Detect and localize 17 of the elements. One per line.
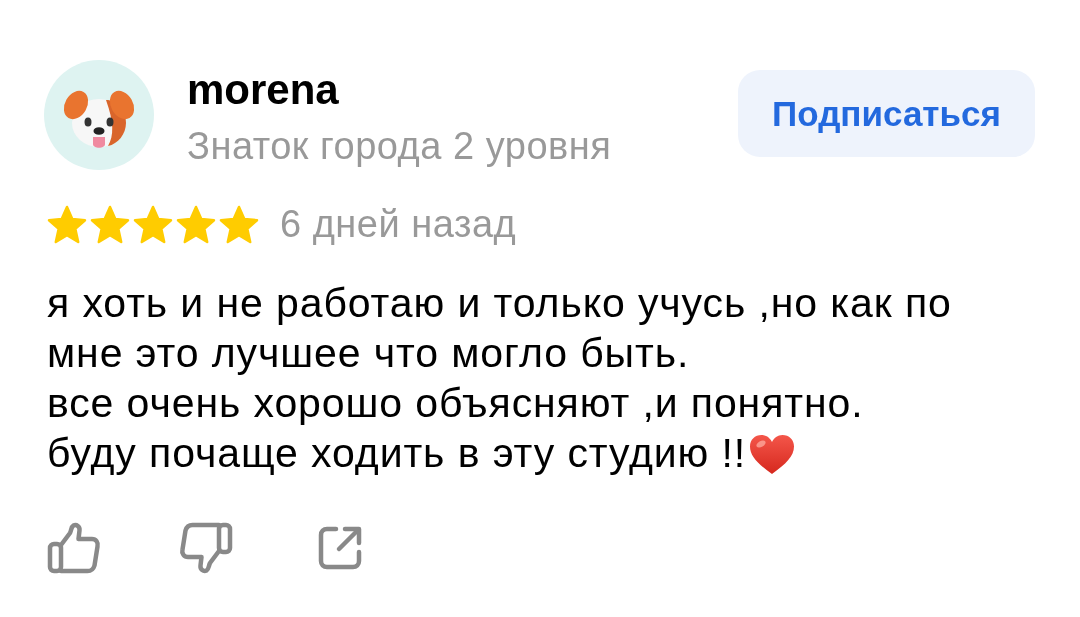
share-icon[interactable]: [317, 525, 363, 571]
author-status-text: Знаток города 2 уровня: [187, 124, 612, 168]
star-icon: [133, 204, 173, 244]
review-paragraph: я хоть и не работаю и только учусь ,но как по мне это лучшее что могло быть.: [47, 280, 952, 376]
dog-avatar-icon: [44, 60, 154, 170]
review-paragraph: буду почаще ходить в эту студию !!: [47, 430, 747, 476]
star-icon: [47, 204, 87, 244]
thumbs-up-icon[interactable]: [47, 521, 101, 575]
review-date: 6 дней назад: [280, 202, 517, 246]
author-name: morena: [187, 68, 339, 112]
star-icon: [176, 204, 216, 244]
star-icon: [219, 204, 259, 244]
review-paragraph: все очень хорошо объясняют ,и понятно.: [47, 380, 864, 426]
thumbs-down-icon[interactable]: [179, 521, 233, 575]
subscribe-button[interactable]: Подписаться: [738, 70, 1035, 157]
heart-icon: [749, 434, 796, 475]
star-icon: [90, 204, 130, 244]
